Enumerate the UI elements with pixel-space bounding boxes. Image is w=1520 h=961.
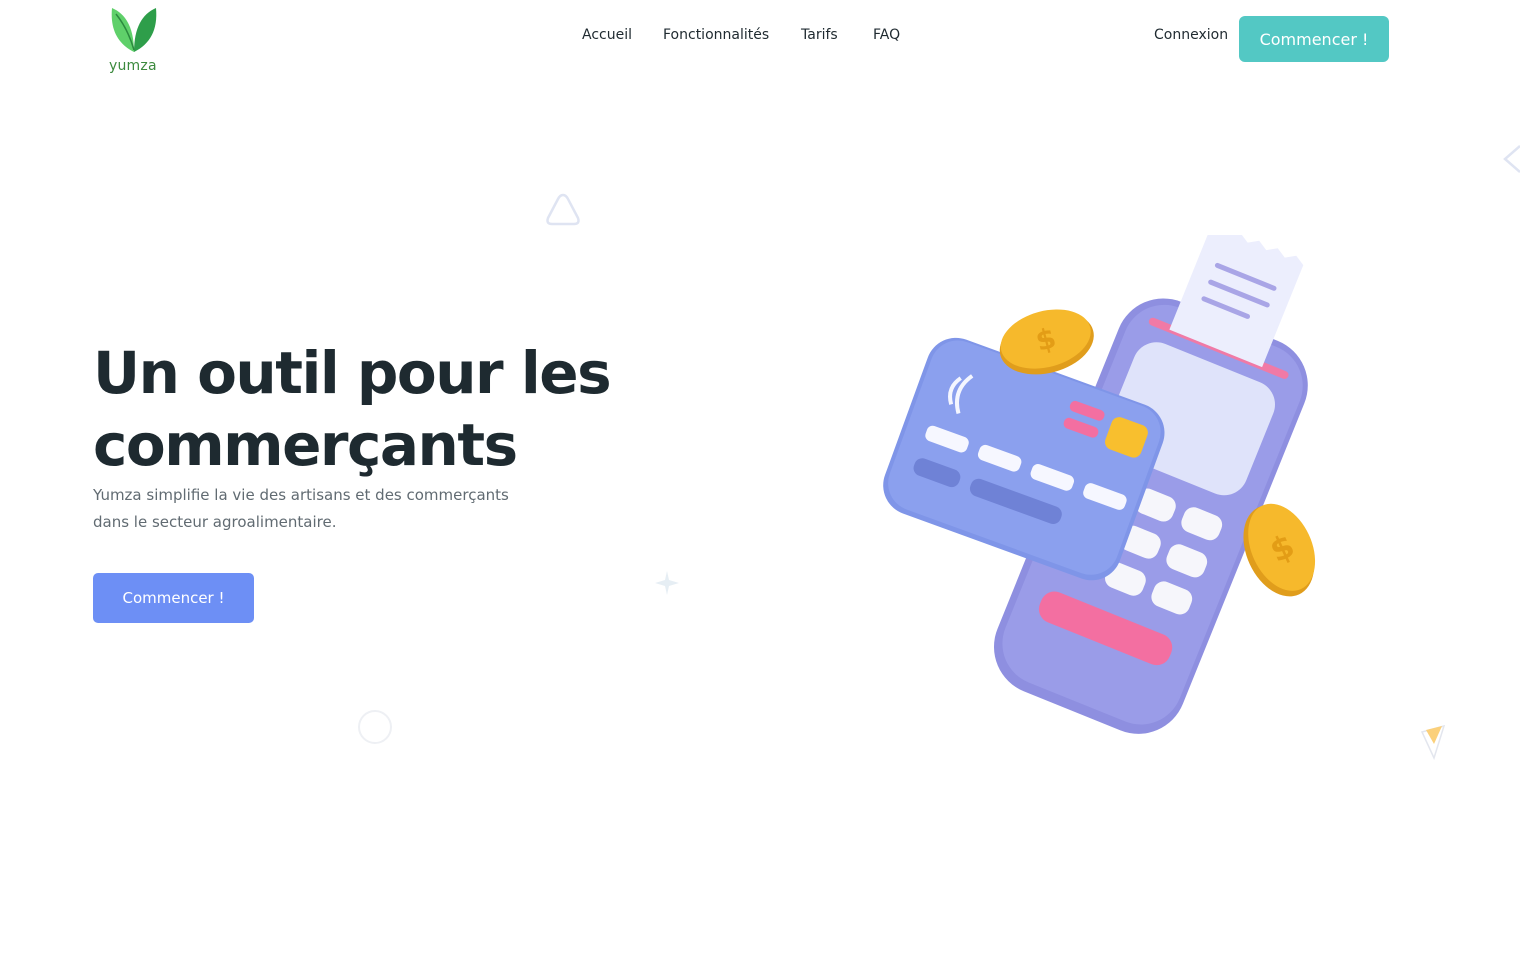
nav-link-tarifs[interactable]: Tarifs [801, 27, 838, 43]
login-link[interactable]: Connexion [1154, 27, 1228, 43]
cone-icon [1420, 724, 1446, 761]
hero-subtitle-line1: Yumza simplifie la vie des artisans et d… [93, 486, 509, 504]
payment-terminal-illustration: $ $ [883, 235, 1316, 734]
header-cta-button[interactable]: Commencer ! [1239, 16, 1389, 62]
sparkle-icon [655, 571, 679, 595]
hero-subtitle-line2: dans le secteur agroalimentaire. [93, 513, 337, 531]
hero-title-line1: Un outil pour les [93, 339, 612, 407]
nav-link-accueil[interactable]: Accueil [582, 27, 632, 43]
hero-cta-button[interactable]: Commencer ! [93, 573, 254, 623]
hero-title: Un outil pour les commerçants [93, 337, 653, 481]
triangle-outline-icon [546, 193, 580, 226]
nav-link-faq[interactable]: FAQ [873, 27, 900, 43]
arrow-outline-icon [1503, 145, 1520, 173]
hero-subtitle: Yumza simplifie la vie des artisans et d… [93, 482, 553, 536]
nav-link-fonctionnalites[interactable]: Fonctionnalités [663, 27, 769, 43]
hero-title-line2: commerçants [93, 411, 518, 479]
brand-name: yumza [109, 58, 157, 74]
circle-outline-icon [358, 710, 392, 744]
